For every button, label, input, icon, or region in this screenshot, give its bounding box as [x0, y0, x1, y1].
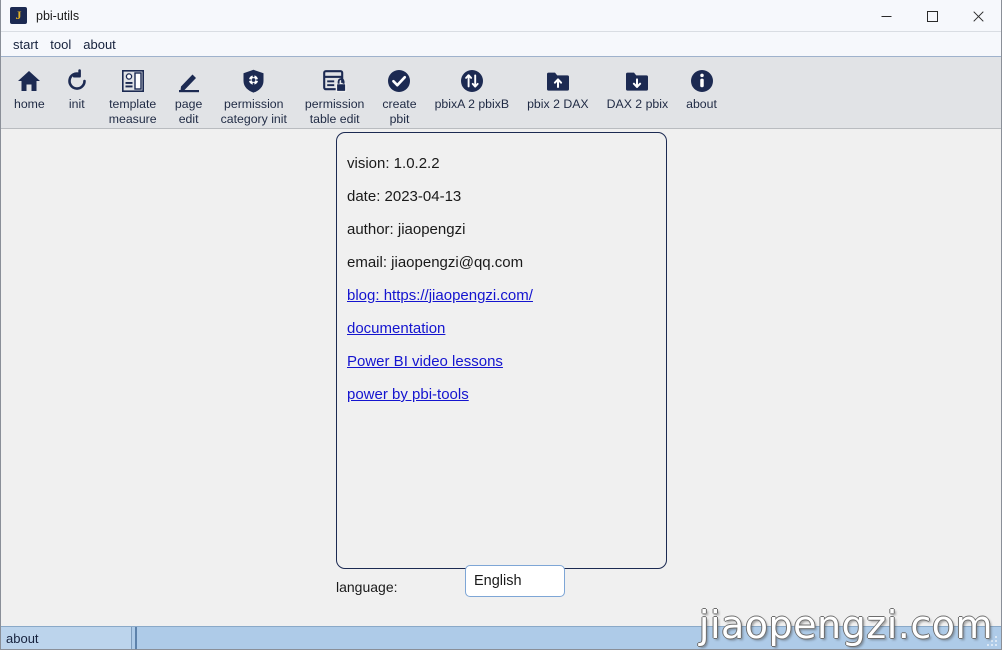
- blog-link[interactable]: blog: https://jiaopengzi.com/: [347, 279, 533, 312]
- toolbar-label-about: about: [686, 97, 717, 112]
- language-row: language:: [336, 579, 667, 595]
- toolbar-label-home: home: [14, 97, 45, 112]
- app-window: J pbi-utils start tool about: [0, 0, 1002, 650]
- toolbar-label-template-measure: template measure: [109, 97, 157, 127]
- author-line: author: jiaopengzi: [347, 213, 666, 246]
- toolbar-label-pbix-2-dax: pbix 2 DAX: [527, 97, 589, 112]
- documentation-link[interactable]: documentation: [347, 312, 445, 345]
- toolbar-button-dax-2-pbix[interactable]: DAX 2 pbix: [598, 63, 678, 115]
- title-bar-left: J pbi-utils: [1, 7, 79, 24]
- window-controls: [863, 0, 1001, 32]
- check-circle-icon: [385, 68, 413, 94]
- folder-down-icon: [623, 68, 651, 94]
- table-lock-icon: [321, 68, 349, 94]
- main-content-area: vision: 1.0.2.2 date: 2023-04-13 author:…: [1, 129, 1001, 626]
- status-bar-right-cell: [135, 627, 1001, 649]
- toolbar-button-pbix-2-dax[interactable]: pbix 2 DAX: [518, 63, 598, 115]
- toolbar-label-pbixa-2-pbixb: pbixA 2 pbixB: [435, 97, 510, 112]
- app-icon-j: J: [10, 7, 27, 24]
- folder-up-icon: [544, 68, 572, 94]
- info-icon: [688, 68, 716, 94]
- toolbar-button-home[interactable]: home: [5, 63, 54, 115]
- toolbar-label-permission-category-init: permission category init: [221, 97, 287, 127]
- video-lessons-link[interactable]: Power BI video lessons: [347, 345, 503, 378]
- toolbar-button-permission-table-edit[interactable]: permission table edit: [296, 63, 373, 130]
- resize-grip-icon[interactable]: [985, 634, 999, 648]
- maximize-button[interactable]: [909, 0, 955, 32]
- toolbar-button-init[interactable]: init: [54, 63, 100, 115]
- language-label: language:: [336, 579, 398, 595]
- status-bar: about: [1, 626, 1001, 649]
- date-line: date: 2023-04-13: [347, 180, 666, 213]
- menu-item-about[interactable]: about: [77, 35, 122, 54]
- menu-bar: start tool about: [1, 32, 1001, 57]
- window-title: pbi-utils: [36, 9, 79, 23]
- toolbar-button-template-measure[interactable]: template measure: [100, 63, 166, 130]
- status-bar-left-cell: about: [1, 627, 132, 649]
- menu-item-tool[interactable]: tool: [44, 35, 77, 54]
- toolbar: home init template measur: [1, 57, 1001, 129]
- toolbar-button-about[interactable]: about: [677, 63, 726, 115]
- toolbar-label-permission-table-edit: permission table edit: [305, 97, 364, 127]
- toolbar-button-create-pbit[interactable]: create pbit: [373, 63, 425, 130]
- toolbar-button-page-edit[interactable]: page edit: [166, 63, 212, 130]
- version-line: vision: 1.0.2.2: [347, 147, 666, 180]
- toolbar-label-create-pbit: create pbit: [382, 97, 416, 127]
- template-measure-icon: [119, 68, 147, 94]
- pencil-edit-icon: [175, 68, 203, 94]
- minimize-button[interactable]: [863, 0, 909, 32]
- shield-gear-icon: [240, 68, 268, 94]
- menu-item-start[interactable]: start: [7, 35, 44, 54]
- refresh-icon: [63, 68, 91, 94]
- toolbar-label-dax-2-pbix: DAX 2 pbix: [607, 97, 669, 112]
- title-bar: J pbi-utils: [1, 0, 1001, 32]
- email-line: email: jiaopengzi@qq.com: [347, 246, 666, 279]
- about-info-panel: vision: 1.0.2.2 date: 2023-04-13 author:…: [336, 132, 667, 569]
- close-button[interactable]: [955, 0, 1001, 32]
- language-input[interactable]: [465, 565, 565, 597]
- pbi-tools-link[interactable]: power by pbi-tools: [347, 378, 469, 411]
- swap-arrows-icon: [458, 68, 486, 94]
- toolbar-label-page-edit: page edit: [175, 97, 202, 127]
- toolbar-label-init: init: [69, 97, 85, 112]
- toolbar-button-pbixa-2-pbixb[interactable]: pbixA 2 pbixB: [426, 63, 519, 115]
- toolbar-button-permission-category-init[interactable]: permission category init: [212, 63, 296, 130]
- home-icon: [15, 68, 43, 94]
